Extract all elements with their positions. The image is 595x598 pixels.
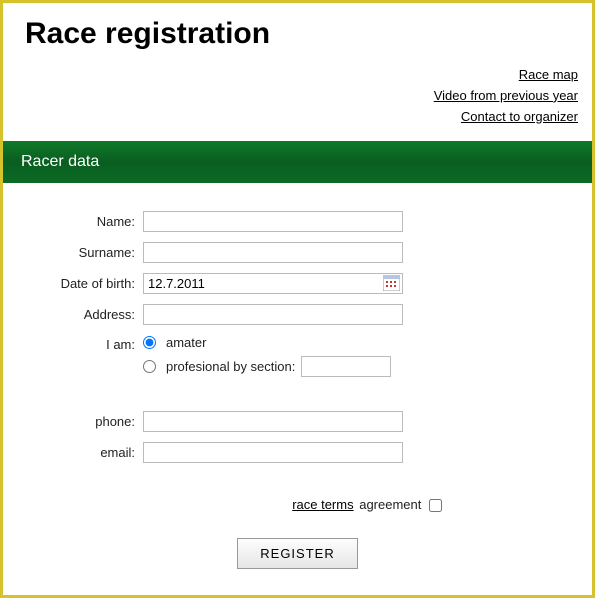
terms-row: race terms agreement <box>3 473 592 512</box>
surname-label: Surname: <box>3 245 143 260</box>
top-links: Race map Video from previous year Contac… <box>3 59 592 141</box>
surname-input[interactable] <box>143 242 403 263</box>
terms-checkbox[interactable] <box>429 499 442 512</box>
submit-row: REGISTER <box>3 512 592 569</box>
name-input[interactable] <box>143 211 403 232</box>
calendar-icon[interactable] <box>383 275 400 291</box>
link-video-previous-year[interactable]: Video from previous year <box>3 86 578 107</box>
app-frame: Race registration Race map Video from pr… <box>0 0 595 598</box>
link-contact-organizer[interactable]: Contact to organizer <box>3 107 578 128</box>
amater-label: amater <box>166 335 206 350</box>
phone-label: phone: <box>3 414 143 429</box>
row-dob: Date of birth: <box>3 273 592 294</box>
page-title: Race registration <box>3 3 592 59</box>
row-iam: I am: amater profesional by section: <box>3 335 592 383</box>
section-header: Racer data <box>3 141 592 183</box>
row-address: Address: <box>3 304 592 325</box>
row-surname: Surname: <box>3 242 592 263</box>
name-label: Name: <box>3 214 143 229</box>
phone-input[interactable] <box>143 411 403 432</box>
registration-form: Name: Surname: Date of birth: <box>3 183 592 569</box>
radio-profesional[interactable] <box>143 360 156 373</box>
profesional-section-input[interactable] <box>301 356 391 377</box>
register-button[interactable]: REGISTER <box>237 538 357 569</box>
email-input[interactable] <box>143 442 403 463</box>
link-race-map[interactable]: Race map <box>3 65 578 86</box>
race-terms-link[interactable]: race terms <box>292 497 353 512</box>
dob-input[interactable] <box>143 273 403 294</box>
radio-profesional-row: profesional by section: <box>143 356 391 377</box>
profesional-label: profesional by section: <box>166 359 295 374</box>
row-email: email: <box>3 442 592 463</box>
row-phone: phone: <box>3 411 592 432</box>
row-name: Name: <box>3 211 592 232</box>
iam-label: I am: <box>3 335 143 352</box>
email-label: email: <box>3 445 143 460</box>
address-label: Address: <box>3 307 143 322</box>
radio-amater-row: amater <box>143 335 391 350</box>
address-input[interactable] <box>143 304 403 325</box>
dob-label: Date of birth: <box>3 276 143 291</box>
radio-amater[interactable] <box>143 336 156 349</box>
agreement-label: agreement <box>359 497 421 512</box>
spacer <box>3 393 592 411</box>
